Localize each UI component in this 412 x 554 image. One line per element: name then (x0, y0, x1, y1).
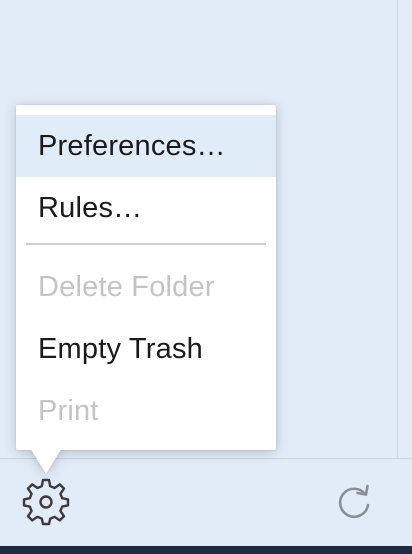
menu-item-label: Preferences… (38, 129, 226, 162)
refresh-button[interactable] (330, 480, 380, 530)
menu-item-delete-folder: Delete Folder (16, 256, 276, 318)
window-bottom-edge (0, 546, 412, 554)
menu-item-preferences[interactable]: Preferences… (16, 115, 276, 177)
settings-menu-panel: Preferences… Rules… Delete Folder Empty … (16, 105, 276, 450)
menu-item-label: Rules… (38, 191, 143, 224)
menu-item-rules[interactable]: Rules… (16, 177, 276, 239)
menu-item-label: Empty Trash (38, 332, 203, 365)
menu-item-label: Delete Folder (38, 270, 215, 303)
settings-button[interactable] (18, 478, 74, 530)
settings-menu: Preferences… Rules… Delete Folder Empty … (16, 105, 276, 474)
menu-item-empty-trash[interactable]: Empty Trash (16, 318, 276, 380)
menu-item-label: Print (38, 394, 99, 427)
menu-separator (26, 243, 266, 245)
gear-icon (22, 478, 70, 531)
menu-item-print: Print (16, 380, 276, 442)
mail-window: Preferences… Rules… Delete Folder Empty … (0, 0, 412, 554)
refresh-icon (335, 483, 375, 528)
